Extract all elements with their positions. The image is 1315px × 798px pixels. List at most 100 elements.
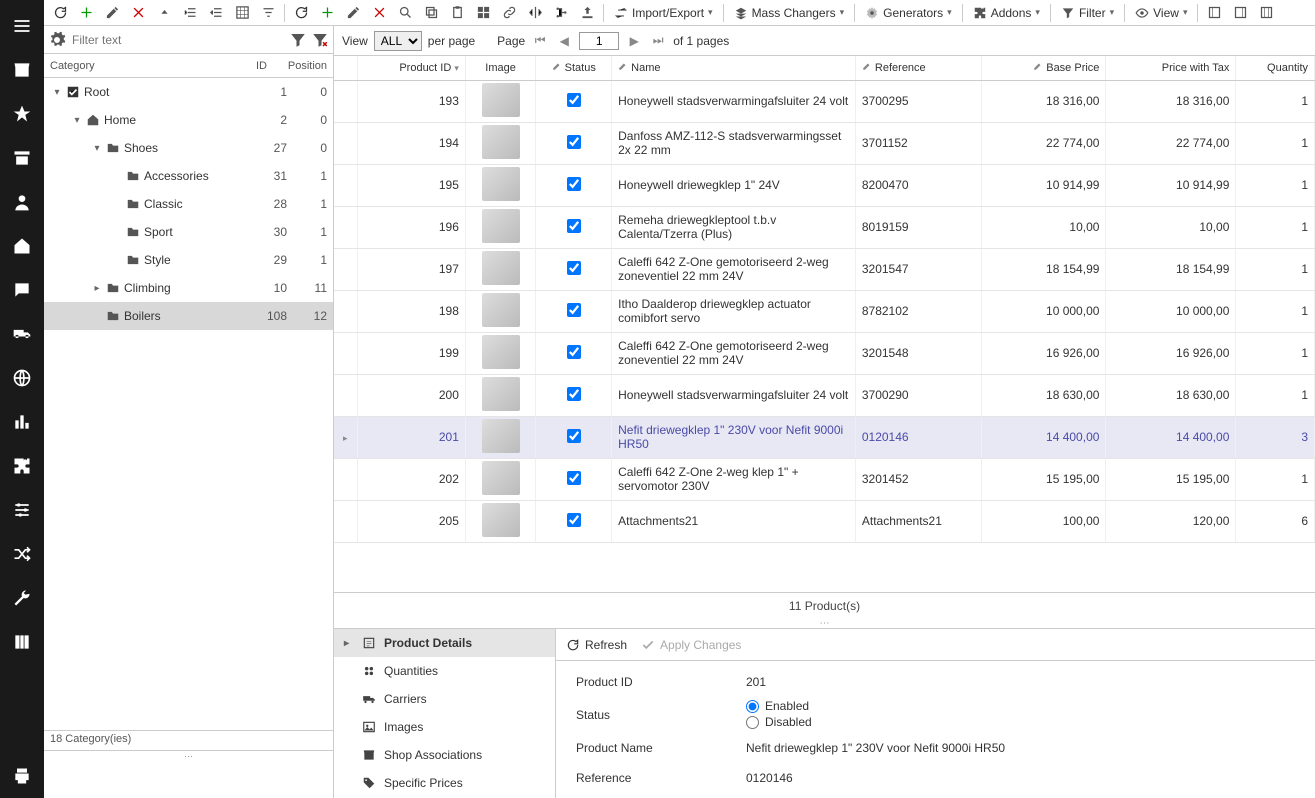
tree-item-sport[interactable]: Sport301 — [44, 218, 333, 246]
last-page-button[interactable]: ⏭ — [649, 32, 667, 50]
menu-view[interactable]: View▾ — [1129, 4, 1193, 22]
table-row[interactable]: 195Honeywell driewegklep 1" 24V820047010… — [334, 164, 1315, 206]
table-row[interactable]: 205Attachments21Attachments21100,00120,0… — [334, 500, 1315, 542]
nav-menu[interactable] — [0, 4, 44, 48]
tree-toggle[interactable]: ▾ — [90, 143, 104, 154]
filter-input[interactable] — [70, 31, 285, 49]
table-row[interactable]: 199Caleffi 642 Z-One gemotoriseerd 2-weg… — [334, 332, 1315, 374]
col-name[interactable]: Name — [612, 56, 856, 80]
table-row[interactable]: 198Itho Daalderop driewegklep actuator c… — [334, 290, 1315, 332]
nav-wrench[interactable] — [0, 576, 44, 620]
nav-columns[interactable] — [0, 620, 44, 664]
tb-table-icon[interactable] — [230, 1, 254, 25]
menu-generators[interactable]: Generators▾ — [859, 4, 958, 22]
page-input[interactable] — [579, 32, 619, 50]
tb-filter-list-icon[interactable] — [256, 1, 280, 25]
tree-item-classic[interactable]: Classic281 — [44, 190, 333, 218]
table-row[interactable]: 194Danfoss AMZ-112-S stadsverwarmingsset… — [334, 122, 1315, 164]
table-row[interactable]: 196Remeha driewegkleptool t.b.v Calenta/… — [334, 206, 1315, 248]
tb-sort-up-icon[interactable] — [152, 1, 176, 25]
tree-item-accessories[interactable]: Accessories311 — [44, 162, 333, 190]
nav-shuffle[interactable] — [0, 532, 44, 576]
nav-chat[interactable] — [0, 268, 44, 312]
tree-item-home[interactable]: ▾Home20 — [44, 106, 333, 134]
col-qty[interactable]: Quantity — [1236, 56, 1315, 80]
nav-star[interactable] — [0, 92, 44, 136]
nav-store[interactable] — [0, 48, 44, 92]
tb-col2-icon[interactable] — [1228, 1, 1252, 25]
tb-paste-icon[interactable] — [445, 1, 469, 25]
menu-addons[interactable]: Addons▾ — [967, 4, 1046, 22]
col-pid[interactable]: Product ID ▾ — [357, 56, 465, 80]
tb-plus-icon[interactable] — [315, 1, 339, 25]
detail-tab-shop-associations[interactable]: Shop Associations — [334, 741, 555, 769]
nav-sliders[interactable] — [0, 488, 44, 532]
menu-filter[interactable]: Filter▾ — [1055, 4, 1120, 22]
nav-globe[interactable] — [0, 356, 44, 400]
tb-refresh-icon[interactable] — [48, 1, 72, 25]
tree-toggle[interactable]: ▾ — [70, 115, 84, 126]
tb-edit-icon[interactable] — [341, 1, 365, 25]
view-select[interactable]: ALL — [374, 31, 422, 51]
nav-archive[interactable] — [0, 136, 44, 180]
col-tax[interactable]: Price with Tax — [1106, 56, 1236, 80]
status-checkbox[interactable] — [567, 429, 581, 443]
tree-toggle[interactable]: ▾ — [50, 87, 64, 98]
table-row[interactable]: 202Caleffi 642 Z-One 2-weg klep 1" + ser… — [334, 458, 1315, 500]
tb-refresh-icon[interactable] — [289, 1, 313, 25]
col-handle[interactable] — [334, 56, 357, 80]
status-checkbox[interactable] — [567, 513, 581, 527]
nav-puzzle[interactable] — [0, 444, 44, 488]
clear-filter-icon[interactable] — [311, 31, 329, 49]
col-base[interactable]: Base Price — [981, 56, 1106, 80]
table-row[interactable]: 200Honeywell stadsverwarmingafsluiter 24… — [334, 374, 1315, 416]
tree-item-shoes[interactable]: ▾Shoes270 — [44, 134, 333, 162]
resize-handle[interactable]: ⋯ — [44, 750, 333, 758]
tb-delete-icon[interactable] — [367, 1, 391, 25]
tb-copy-icon[interactable] — [419, 1, 443, 25]
status-checkbox[interactable] — [567, 471, 581, 485]
nav-chart[interactable] — [0, 400, 44, 444]
status-checkbox[interactable] — [567, 387, 581, 401]
detail-tab-product-details[interactable]: ▸Product Details — [334, 629, 555, 657]
tb-indent-icon[interactable] — [178, 1, 202, 25]
status-checkbox[interactable] — [567, 135, 581, 149]
next-page-button[interactable]: ▶ — [625, 32, 643, 50]
status-checkbox[interactable] — [567, 303, 581, 317]
tree-item-style[interactable]: Style291 — [44, 246, 333, 274]
tree-item-root[interactable]: ▾Root10 — [44, 78, 333, 106]
refresh-button[interactable]: Refresh — [566, 638, 627, 652]
nav-home[interactable] — [0, 224, 44, 268]
tree-header-category[interactable]: Category — [50, 60, 227, 72]
first-page-button[interactable]: ⏮ — [531, 32, 549, 50]
tree-header-position[interactable]: Position — [267, 60, 327, 72]
tb-outdent-icon[interactable] — [204, 1, 228, 25]
tb-search-icon[interactable] — [393, 1, 417, 25]
col-img[interactable]: Image — [465, 56, 535, 80]
tree-item-boilers[interactable]: Boilers10812 — [44, 302, 333, 330]
menu-mass-changers[interactable]: Mass Changers▾ — [728, 4, 851, 22]
menu-import-export[interactable]: Import/Export▾ — [608, 4, 719, 22]
col-ref[interactable]: Reference — [855, 56, 981, 80]
detail-tab-carriers[interactable]: Carriers — [334, 685, 555, 713]
detail-tab-quantities[interactable]: Quantities — [334, 657, 555, 685]
table-row[interactable]: ▸201Nefit driewegklep 1" 230V voor Nefit… — [334, 416, 1315, 458]
gear-icon[interactable] — [48, 31, 66, 49]
detail-resize-handle[interactable]: ⋯ — [334, 618, 1315, 628]
tb-compare-icon[interactable] — [523, 1, 547, 25]
tb-export-icon[interactable] — [575, 1, 599, 25]
tb-delete-icon[interactable] — [126, 1, 150, 25]
apply-changes-button[interactable]: Apply Changes — [641, 638, 741, 652]
status-checkbox[interactable] — [567, 261, 581, 275]
funnel-icon[interactable] — [289, 31, 307, 49]
tb-tree-icon[interactable] — [549, 1, 573, 25]
tb-col1-icon[interactable] — [1202, 1, 1226, 25]
status-enabled-radio[interactable] — [746, 700, 759, 713]
nav-person[interactable] — [0, 180, 44, 224]
tb-link-icon[interactable] — [497, 1, 521, 25]
tb-col3-icon[interactable] — [1254, 1, 1278, 25]
col-status[interactable]: Status — [536, 56, 612, 80]
tree-item-climbing[interactable]: ▸Climbing1011 — [44, 274, 333, 302]
detail-tab-images[interactable]: Images — [334, 713, 555, 741]
detail-tab-specific-prices[interactable]: Specific Prices — [334, 769, 555, 797]
